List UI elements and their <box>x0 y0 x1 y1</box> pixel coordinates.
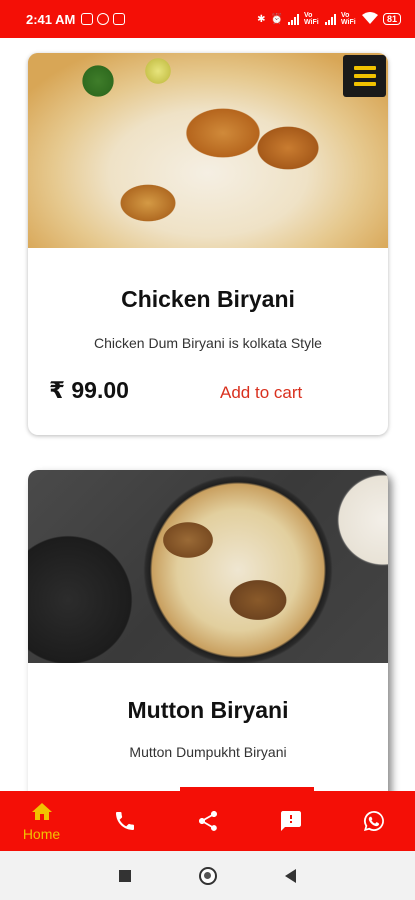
product-title: Mutton Biryani <box>127 697 289 723</box>
bottom-navigation: Home <box>0 791 415 851</box>
status-system-icons: ✱ ⏰ Vo WiFi Vo WiFi 81 <box>257 11 401 27</box>
whatsapp-icon <box>363 811 384 831</box>
chicken-biryani-image <box>28 53 388 248</box>
nav-home-label: Home <box>22 826 61 842</box>
battery-icon: 81 <box>382 13 401 25</box>
home-circle-icon[interactable] <box>199 866 217 885</box>
product-description: Chicken Dum Biryani is kolkata Style <box>94 335 322 351</box>
status-bar: 2:41 AM ✱ ⏰ Vo WiFi Vo WiFi 81 <box>0 0 415 38</box>
hamburger-menu-icon[interactable] <box>343 55 386 97</box>
product-title: Chicken Biryani <box>121 286 295 312</box>
nav-whatsapp[interactable] <box>339 791 409 851</box>
share-icon <box>198 811 217 831</box>
product-price: ₹ 99.00 <box>49 377 129 403</box>
product-card[interactable]: Mutton Biryani Mutton Dumpukht Biryani <box>28 470 388 791</box>
mutton-biryani-image <box>28 470 388 663</box>
recents-icon[interactable] <box>119 869 131 882</box>
nav-share[interactable] <box>173 791 243 851</box>
notification-d-icon <box>97 13 110 25</box>
add-to-cart-button[interactable]: Add to cart <box>220 383 302 403</box>
feedback-icon <box>280 811 301 831</box>
back-icon[interactable] <box>285 868 296 883</box>
alarm-icon: ⏰ <box>270 13 283 25</box>
product-card[interactable]: Chicken Biryani Chicken Dum Biryani is k… <box>28 53 388 435</box>
network-label-2: Vo WiFi <box>340 12 356 26</box>
status-notification-icons <box>81 13 126 25</box>
system-navigation-bar <box>0 851 415 900</box>
phone-icon <box>115 812 134 830</box>
product-list[interactable]: Chicken Biryani Chicken Dum Biryani is k… <box>0 38 415 791</box>
bluetooth-icon: ✱ <box>257 13 266 25</box>
nav-home[interactable]: Home <box>7 791 77 851</box>
signal-icon <box>287 13 299 25</box>
wifi-icon <box>361 11 378 27</box>
nav-call[interactable] <box>90 791 160 851</box>
product-footer: ₹ 99.00 Add to cart <box>28 373 388 413</box>
home-icon <box>31 803 52 820</box>
notification-app-icon <box>81 13 94 25</box>
notification-media-icon <box>113 13 126 25</box>
network-label-1: Vo WiFi <box>303 12 319 26</box>
signal-icon-2 <box>324 13 336 25</box>
nav-feedback[interactable] <box>256 791 326 851</box>
product-description: Mutton Dumpukht Biryani <box>129 744 287 760</box>
status-time: 2:41 AM <box>26 11 76 27</box>
